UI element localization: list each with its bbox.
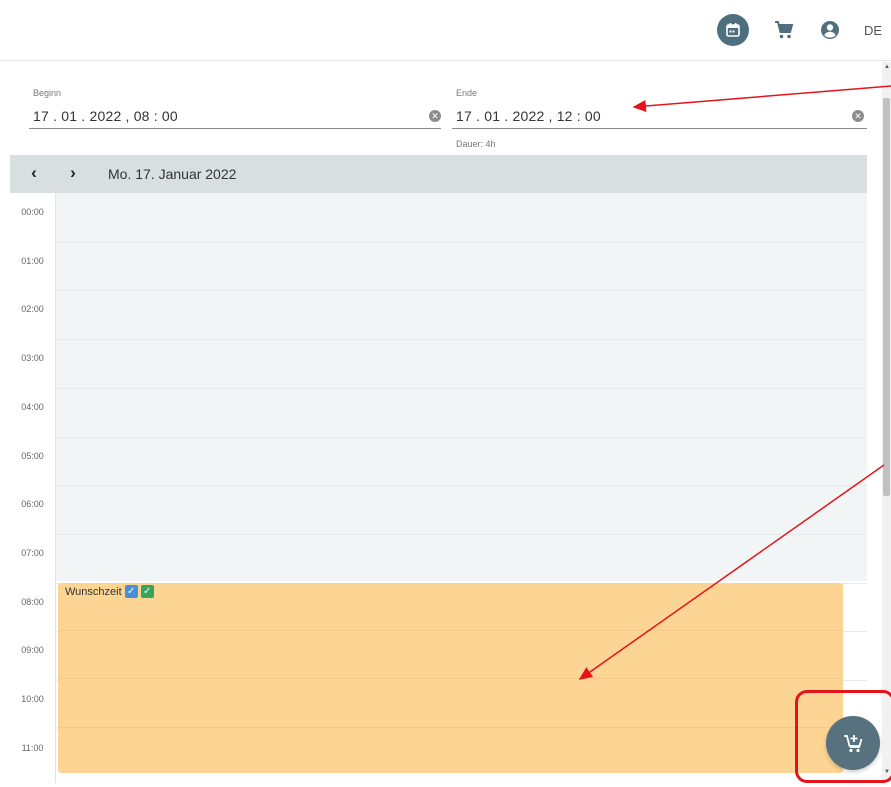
- hour-column: 00:00 01:00 02:00 03:00 04:00 05:00 06:00 07:00…: [10, 193, 56, 783]
- end-field[interactable]: Ende 17 . 01 . 2022 , 12 : 00 ✕: [452, 88, 867, 132]
- end-label: Ende: [456, 88, 478, 98]
- clear-start-icon[interactable]: ✕: [429, 110, 441, 122]
- calendar-icon[interactable]: [717, 14, 749, 46]
- hour-row-line: [56, 436, 867, 438]
- add-to-cart-button[interactable]: [826, 716, 880, 770]
- event-hour-line: [58, 678, 843, 680]
- hour-label: 11:00: [21, 742, 44, 753]
- hour-label: 07:00: [21, 547, 44, 558]
- hour-label: 00:00: [21, 207, 44, 217]
- hour-row-line: [56, 339, 867, 341]
- hour-row-line: [56, 241, 867, 243]
- hour-label: 09:00: [21, 645, 44, 656]
- calendar-date-title: Mo. 17. Januar 2022: [108, 166, 237, 182]
- end-underline: [452, 128, 867, 129]
- event-title-text: Wunschzeit: [65, 585, 122, 598]
- hour-label: 02:00: [21, 304, 44, 315]
- hour-row-line: [56, 387, 867, 389]
- hour-label: 08:00: [21, 596, 44, 607]
- hour-label: 04:00: [21, 401, 44, 412]
- clear-end-icon[interactable]: ✕: [852, 110, 864, 122]
- calendar-header: ‹ › Mo. 17. Januar 2022: [10, 155, 867, 193]
- account-icon[interactable]: [818, 15, 842, 45]
- calendar-event[interactable]: Wunschzeit ✓ ✓: [58, 583, 843, 773]
- event-hour-line: [58, 727, 843, 729]
- hour-row-line: [56, 485, 867, 487]
- checkbox-blue-icon[interactable]: ✓: [124, 585, 138, 598]
- day-view-grid: 00:00 01:00 02:00 03:00 04:00 05:00 06:00 07:00…: [10, 193, 867, 783]
- scrollbar-thumb[interactable]: [883, 98, 890, 496]
- hour-row-line: [56, 533, 867, 535]
- next-day-button[interactable]: ›: [65, 164, 81, 182]
- hour-row-line: [56, 290, 867, 292]
- hour-label: 10:00: [21, 694, 44, 704]
- event-hour-line: [58, 629, 843, 631]
- event-title: Wunschzeit ✓ ✓: [65, 585, 154, 598]
- add-cart-icon: [844, 735, 863, 753]
- language-switch[interactable]: DE: [864, 15, 891, 45]
- day-area[interactable]: Wunschzeit ✓ ✓: [56, 193, 867, 783]
- hour-label: 03:00: [21, 353, 44, 364]
- prev-day-button[interactable]: ‹: [26, 164, 42, 182]
- start-value[interactable]: 17 . 01 . 2022 , 08 : 00: [33, 108, 178, 124]
- start-underline: [29, 128, 441, 129]
- start-field[interactable]: Beginn 17 . 01 . 2022 , 08 : 00 ✕: [29, 88, 441, 132]
- top-bar: DE: [0, 0, 891, 61]
- end-value[interactable]: 17 . 01 . 2022 , 12 : 00: [456, 108, 601, 124]
- hour-label: 05:00: [21, 450, 44, 461]
- hour-label: 01:00: [21, 255, 44, 266]
- scrollbar[interactable]: ▲ ▼: [882, 62, 891, 782]
- duration-hint: Dauer: 4h: [456, 139, 496, 149]
- checkbox-green-icon[interactable]: ✓: [140, 585, 154, 598]
- hour-label: 06:00: [21, 499, 44, 510]
- start-label: Beginn: [33, 88, 62, 98]
- scroll-up-icon[interactable]: ▲: [884, 64, 890, 70]
- cart-icon[interactable]: [771, 15, 797, 45]
